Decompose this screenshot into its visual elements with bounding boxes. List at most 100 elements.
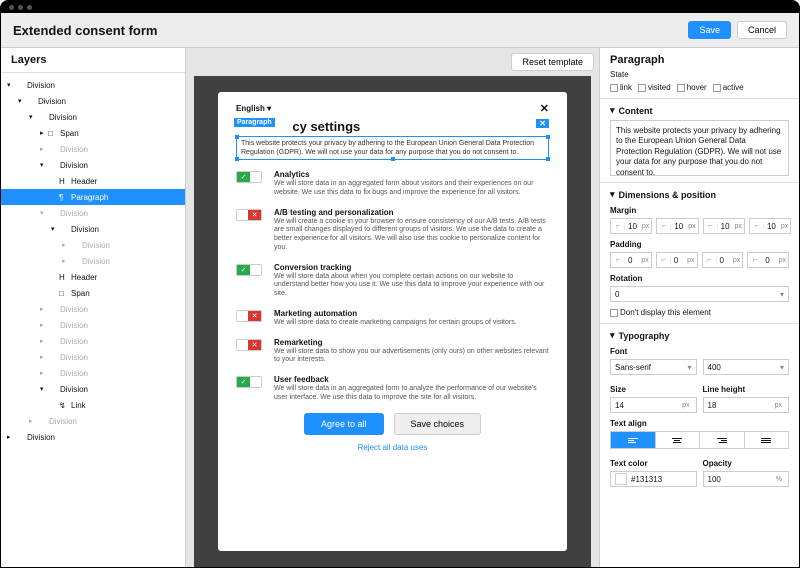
tree-item[interactable]: ▸Division — [1, 317, 185, 333]
layers-title: Layers — [1, 48, 185, 73]
consent-toggle[interactable]: ✕ — [236, 339, 262, 351]
content-section-header[interactable]: ▾ Content — [610, 105, 789, 116]
tree-item-label: Span — [60, 129, 79, 138]
caret-icon: ▸ — [40, 145, 48, 153]
layers-panel: Layers ▾Division▾Division▾Division▸□Span… — [1, 48, 186, 567]
consent-toggle[interactable]: ✓ — [236, 171, 262, 183]
state-checkbox[interactable]: link — [610, 83, 632, 92]
tree-item[interactable]: ▸Division — [1, 301, 185, 317]
tree-item[interactable]: ▾Division — [1, 77, 185, 93]
font-size-input[interactable]: 14px — [610, 397, 697, 413]
tree-item[interactable]: ¶Paragraph — [1, 189, 185, 205]
chevron-down-icon: ▾ — [610, 105, 615, 116]
save-choices-button[interactable]: Save choices — [394, 413, 482, 435]
text-color-input[interactable]: #131313 — [610, 471, 697, 487]
element-type-icon: □ — [48, 129, 60, 138]
align-left-button[interactable] — [611, 432, 656, 448]
caret-icon: ▸ — [7, 433, 15, 441]
consent-desc: We will store data to create marketing c… — [274, 319, 517, 328]
dont-display-checkbox[interactable]: Don't display this element — [610, 308, 789, 317]
tree-item[interactable]: ▾Division — [1, 205, 185, 221]
align-justify-button[interactable] — [745, 432, 789, 448]
tree-item[interactable]: ▸ Division — [1, 365, 185, 381]
typography-section-header[interactable]: ▾ Typography — [610, 330, 789, 341]
content-textarea[interactable]: This website protects your privacy by ad… — [610, 120, 789, 176]
caret-icon: ▸ — [62, 241, 70, 249]
tree-item[interactable]: HHeader — [1, 173, 185, 189]
caret-icon: ▸ — [40, 305, 48, 313]
language-selector[interactable]: English ▾ — [236, 104, 271, 113]
consent-title: User feedback — [274, 375, 549, 384]
margin-row-input[interactable]: ⌐10px — [656, 218, 698, 234]
tree-item[interactable]: ▾Division — [1, 93, 185, 109]
reject-all-link[interactable]: Reject all data uses — [236, 443, 549, 452]
opacity-label: Opacity — [703, 459, 790, 468]
state-label: State — [610, 70, 789, 79]
tree-item[interactable]: ▸ Division — [1, 237, 185, 253]
chevron-down-icon: ▾ — [610, 330, 615, 341]
tree-item-label: Header — [71, 177, 97, 186]
margin-row-input[interactable]: ⌐10px — [610, 218, 652, 234]
rotation-input[interactable]: 0▾ — [610, 286, 789, 302]
consent-toggle[interactable]: ✓ — [236, 376, 262, 388]
tree-item[interactable]: ▸Division — [1, 413, 185, 429]
font-weight-select[interactable]: 400▾ — [703, 359, 790, 375]
cancel-button[interactable]: Cancel — [737, 21, 787, 39]
tree-item[interactable]: □Span — [1, 285, 185, 301]
selection-delete-icon[interactable]: ✕ — [536, 119, 549, 128]
caret-icon: ▾ — [40, 161, 48, 169]
tree-item-label: Division — [60, 145, 88, 154]
padding-row-input[interactable]: ⌐0px — [747, 252, 789, 268]
margin-row-input[interactable]: ⌐10px — [749, 218, 791, 234]
font-family-select[interactable]: Sans-serif▾ — [610, 359, 697, 375]
tree-item[interactable]: ▾Division — [1, 109, 185, 125]
tree-item[interactable]: ▾Division — [1, 381, 185, 397]
tree-item-label: Division — [71, 225, 99, 234]
tree-item-label: Division — [60, 161, 88, 170]
align-right-button[interactable] — [700, 432, 745, 448]
tree-item[interactable]: ↯Link — [1, 397, 185, 413]
line-height-input[interactable]: 18px — [703, 397, 790, 413]
opacity-input[interactable]: 100% — [703, 471, 790, 487]
tree-item-label: Division — [60, 369, 88, 378]
tree-item[interactable]: ▸□Span — [1, 125, 185, 141]
consent-toggle[interactable]: ✕ — [236, 209, 262, 221]
preview-heading[interactable]: Paragraph Paragrapcy settings ✕ — [236, 119, 549, 134]
caret-icon: ▸ — [40, 369, 48, 377]
tree-item-label: Division — [82, 241, 110, 250]
tree-item[interactable]: ▾ Division — [1, 157, 185, 173]
tree-item[interactable]: ▸Division — [1, 349, 185, 365]
dimensions-section-header[interactable]: ▾ Dimensions & position — [610, 189, 789, 200]
tree-item[interactable]: ▸Division — [1, 253, 185, 269]
consent-row: ✓Conversion trackingWe will store data a… — [236, 263, 549, 299]
reset-template-button[interactable]: Reset template — [511, 53, 594, 71]
layers-tree[interactable]: ▾Division▾Division▾Division▸□Span▸Divisi… — [1, 73, 185, 567]
consent-toggle[interactable]: ✕ — [236, 310, 262, 322]
chevron-down-icon: ▾ — [267, 104, 271, 113]
save-button[interactable]: Save — [688, 21, 731, 39]
text-color-label: Text color — [610, 459, 697, 468]
padding-row-input[interactable]: ⌐0px — [610, 252, 652, 268]
tree-item-label: Division — [27, 81, 55, 90]
tree-item[interactable]: HHeader — [1, 269, 185, 285]
consent-desc: We will store data about when you comple… — [274, 273, 549, 299]
agree-all-button[interactable]: Agree to all — [304, 413, 384, 435]
side-icon: ⌐ — [657, 257, 671, 264]
consent-desc: We will create a cookie in your browser … — [274, 218, 549, 253]
close-icon[interactable]: ✕ — [540, 102, 549, 115]
tree-item[interactable]: ▸ Division — [1, 141, 185, 157]
state-checkbox[interactable]: active — [713, 83, 744, 92]
side-icon: ⌐ — [748, 257, 762, 264]
tree-item[interactable]: ▸Division — [1, 429, 185, 445]
consent-toggle[interactable]: ✓ — [236, 264, 262, 276]
margin-row-input[interactable]: ⌐10px — [703, 218, 745, 234]
selected-paragraph[interactable]: This website protects your privacy by ad… — [236, 136, 549, 160]
state-checkbox[interactable]: hover — [677, 83, 707, 92]
state-checkbox[interactable]: visited — [638, 83, 671, 92]
padding-row-input[interactable]: ⌐0px — [702, 252, 744, 268]
chevron-down-icon: ▾ — [610, 189, 615, 200]
tree-item[interactable]: ▾Division — [1, 221, 185, 237]
align-center-button[interactable] — [656, 432, 701, 448]
padding-row-input[interactable]: ⌐0px — [656, 252, 698, 268]
tree-item[interactable]: ▸Division — [1, 333, 185, 349]
